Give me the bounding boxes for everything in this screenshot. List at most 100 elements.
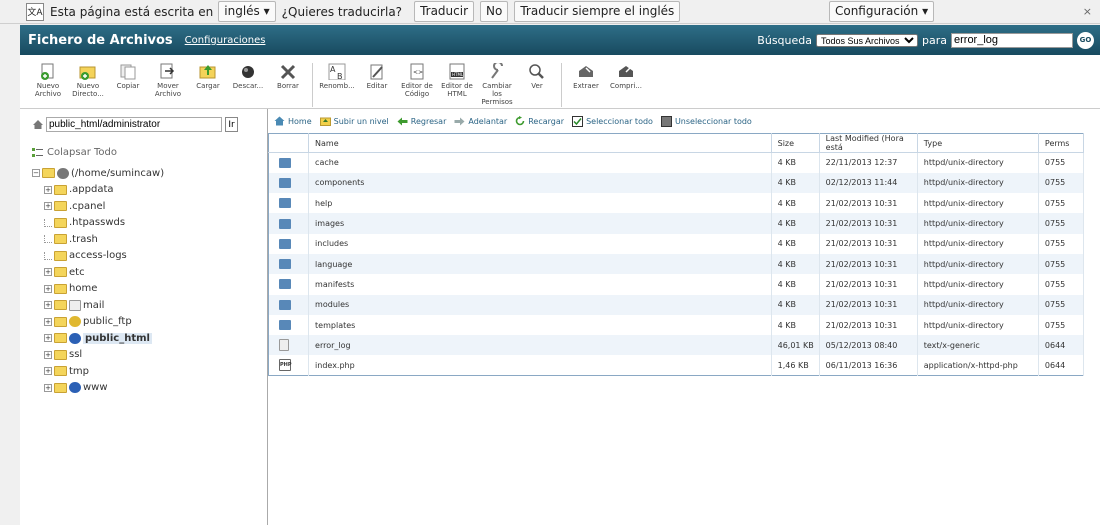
expand-toggle-icon[interactable]: + (44, 185, 52, 194)
tree-item[interactable]: + ssl (32, 347, 164, 364)
toolbar-button-compress[interactable]: Compri... (606, 63, 646, 90)
close-icon[interactable]: × (1083, 5, 1092, 18)
forward-button[interactable]: Adelantar (454, 117, 507, 126)
table-row[interactable]: components 4 KB 02/12/2013 11:44 httpd/unix… (268, 172, 1085, 194)
expand-toggle-icon[interactable]: + (44, 334, 52, 343)
header-type[interactable]: Type (917, 133, 1039, 153)
table-row[interactable]: modules 4 KB 21/02/2013 10:31 httpd/unix-di… (268, 294, 1085, 315)
cell-name: manifests (308, 274, 772, 295)
go-path-button[interactable]: Ir (225, 117, 238, 132)
expand-toggle-icon[interactable]: + (44, 301, 52, 310)
tree-item-label: home (69, 283, 98, 295)
toolbar-button-html-editor[interactable]: HTML Editor de HTML (437, 63, 477, 98)
table-row[interactable]: PHP index.php 1,46 KB 06/11/2013 16:36 appli… (268, 355, 1085, 376)
always-translate-button[interactable]: Traducir siempre el inglés (514, 1, 681, 22)
translate-icon: 文A (26, 2, 44, 21)
collapse-icon (32, 147, 43, 157)
cell-type: httpd/unix-directory (917, 274, 1039, 295)
expand-toggle-icon[interactable]: + (44, 350, 52, 359)
toolbar-button-new-folder[interactable]: Nuevo Directo... (68, 63, 108, 98)
text-file-icon (279, 339, 289, 352)
folder-icon (54, 349, 67, 360)
collapse-all-link[interactable]: Colapsar Todo (32, 147, 117, 158)
table-row[interactable]: error_log 46,01 KB 05/12/2013 08:40 text/x-… (268, 335, 1085, 356)
tree-item[interactable]: .htpasswds (32, 215, 164, 232)
cell-perms: 0755 (1038, 152, 1085, 173)
no-button[interactable]: No (480, 1, 509, 22)
tree-item[interactable]: access-logs (32, 248, 164, 265)
cell-modified: 21/02/2013 10:31 (819, 253, 918, 275)
translate-config-button[interactable]: Configuración ▾ (828, 1, 935, 22)
select-all-button[interactable]: Seleccionar todo (572, 115, 653, 127)
table-row[interactable]: includes 4 KB 21/02/2013 10:31 httpd/unix-d… (268, 233, 1085, 254)
toolbar-button-edit[interactable]: Editar (357, 63, 397, 90)
table-row[interactable]: manifests 4 KB 21/02/2013 10:31 httpd/unix-… (268, 274, 1085, 295)
table-row[interactable]: images 4 KB 21/02/2013 10:31 httpd/unix-dir… (268, 213, 1085, 234)
toolbar-button-upload[interactable]: Cargar (188, 63, 228, 90)
tree-connector (44, 251, 52, 260)
toolbar-button-view[interactable]: Ver (517, 63, 557, 90)
toolbar-button-extract[interactable]: Extraer (566, 63, 606, 90)
header-size[interactable]: Size (771, 133, 820, 153)
expand-toggle-icon[interactable]: + (44, 284, 52, 293)
edit-icon (368, 63, 386, 80)
expand-toggle-icon[interactable]: + (44, 367, 52, 376)
go-button[interactable]: GO (1077, 31, 1094, 49)
home-icon[interactable] (32, 119, 44, 130)
header-modified[interactable]: Last Modified (Hora está (819, 133, 918, 153)
toolbar-button-move[interactable]: Mover Archivo (148, 63, 188, 98)
cell-type: httpd/unix-directory (917, 233, 1039, 254)
tree-item[interactable]: + www (32, 380, 164, 397)
translate-button[interactable]: Traducir (414, 1, 475, 22)
folder-icon (279, 218, 291, 229)
back-button[interactable]: Regresar (397, 117, 446, 126)
toolbar-button-delete[interactable]: Borrar (268, 63, 308, 90)
toolbar-button-new-file[interactable]: Nuevo Archivo (28, 63, 68, 98)
cell-type: httpd/unix-directory (917, 314, 1039, 336)
search-input[interactable] (951, 32, 1073, 48)
home-button[interactable]: Home (274, 116, 312, 126)
tree-item[interactable]: + public_ftp (32, 314, 164, 331)
table-row[interactable]: cache 4 KB 22/11/2013 12:37 httpd/unix-dire… (268, 152, 1085, 173)
toolbar-button-code-editor[interactable]: <> Editor de Código (397, 63, 437, 98)
cell-type: application/x-httpd-php (917, 355, 1039, 376)
reload-button[interactable]: Recargar (515, 116, 564, 126)
up-level-button[interactable]: Subir un nivel (319, 116, 389, 126)
cell-size: 4 KB (771, 314, 820, 336)
folder-icon (54, 382, 67, 393)
expand-toggle-icon[interactable]: + (44, 202, 52, 211)
cell-size: 4 KB (771, 294, 820, 315)
tree-item[interactable]: − (/home/sumincaw) (32, 165, 164, 182)
toolbar-button-copy[interactable]: Copiar (108, 63, 148, 90)
config-link[interactable]: Configuraciones (185, 35, 266, 46)
expand-toggle-icon[interactable]: − (32, 169, 40, 178)
cell-perms: 0755 (1038, 193, 1085, 214)
tree-item[interactable]: + mail (32, 297, 164, 314)
header-perms[interactable]: Perms (1038, 133, 1085, 153)
tree-item[interactable]: + etc (32, 264, 164, 281)
expand-toggle-icon[interactable]: + (44, 383, 52, 392)
cell-modified: 21/02/2013 10:31 (819, 233, 918, 254)
toolbar-button-permissions[interactable]: Cambiar los Permisos (477, 63, 517, 106)
table-row[interactable]: templates 4 KB 21/02/2013 10:31 httpd/unix-… (268, 314, 1085, 336)
header-name[interactable]: Name (308, 133, 772, 153)
path-input[interactable] (46, 117, 222, 132)
tree-item[interactable]: + public_html (32, 330, 164, 347)
expand-toggle-icon[interactable]: + (44, 317, 52, 326)
toolbar-button-download[interactable]: Descar... (228, 63, 268, 90)
tree-item[interactable]: + .appdata (32, 182, 164, 199)
toolbar-button-rename[interactable]: A B Renomb... (317, 63, 357, 90)
unselect-all-button[interactable]: Unseleccionar todo (660, 115, 752, 127)
language-select[interactable]: inglés ▾ (218, 1, 276, 22)
search-scope-select[interactable]: Todos Sus Archivos (816, 33, 918, 47)
tree-item[interactable]: + home (32, 281, 164, 298)
row-icon-cell: PHP (268, 355, 310, 376)
tree-item[interactable]: .trash (32, 231, 164, 248)
toolbar-label: Copiar (116, 82, 140, 90)
table-row[interactable]: help 4 KB 21/02/2013 10:31 httpd/unix-direc… (268, 193, 1085, 214)
expand-toggle-icon[interactable]: + (44, 268, 52, 277)
tree-item[interactable]: + .cpanel (32, 198, 164, 215)
forward-arrow-icon (454, 117, 465, 125)
table-row[interactable]: language 4 KB 21/02/2013 10:31 httpd/unix-d… (268, 253, 1085, 275)
tree-item[interactable]: + tmp (32, 363, 164, 380)
